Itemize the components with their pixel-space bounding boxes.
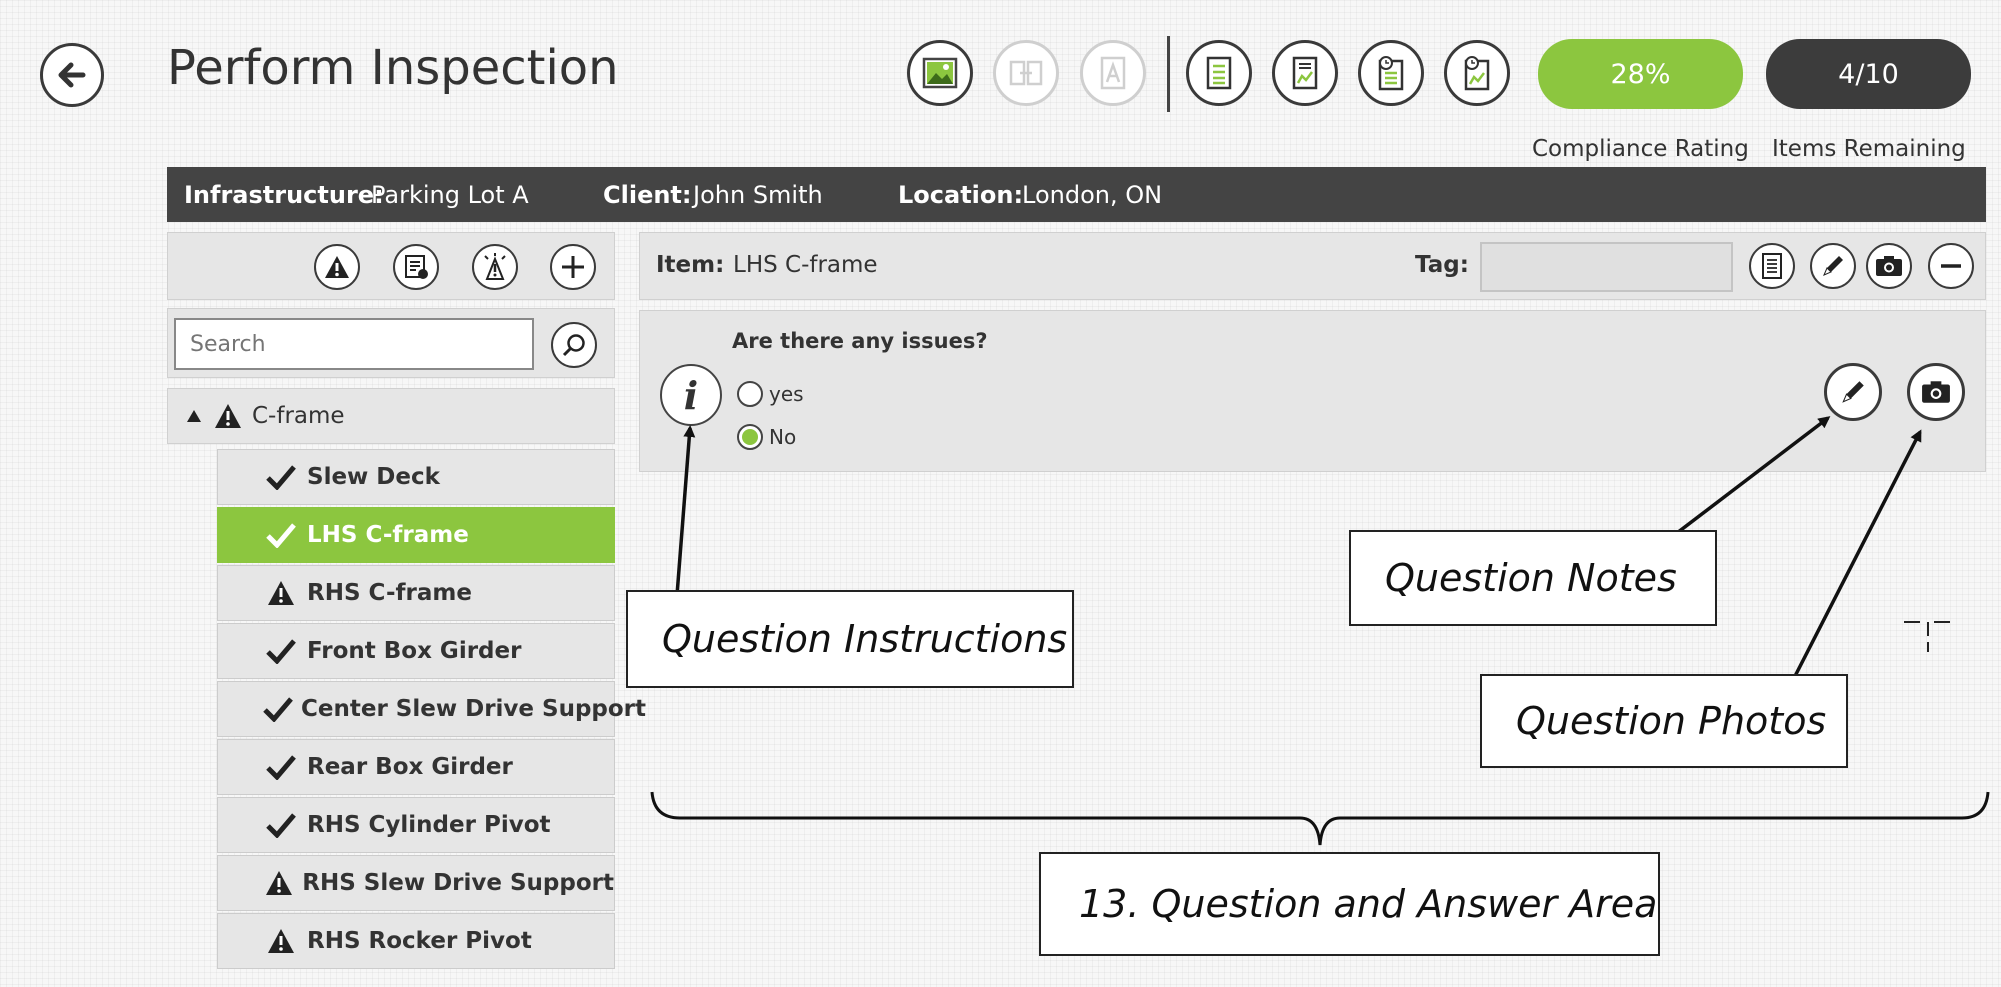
area-brace: [650, 791, 1990, 846]
callout-question-answer-area: 13. Question and Answer Area: [1039, 852, 1660, 956]
photos-arrow: [1790, 429, 1922, 683]
callout-question-notes: Question Notes: [1349, 530, 1717, 626]
annotation-overlay: [650, 416, 1990, 846]
instructions-arrow: [674, 425, 696, 609]
callout-question-photos: Question Photos: [1480, 674, 1848, 768]
callout-question-instructions: Question Instructions: [626, 590, 1074, 688]
crosshair-icon: [1904, 621, 1950, 652]
